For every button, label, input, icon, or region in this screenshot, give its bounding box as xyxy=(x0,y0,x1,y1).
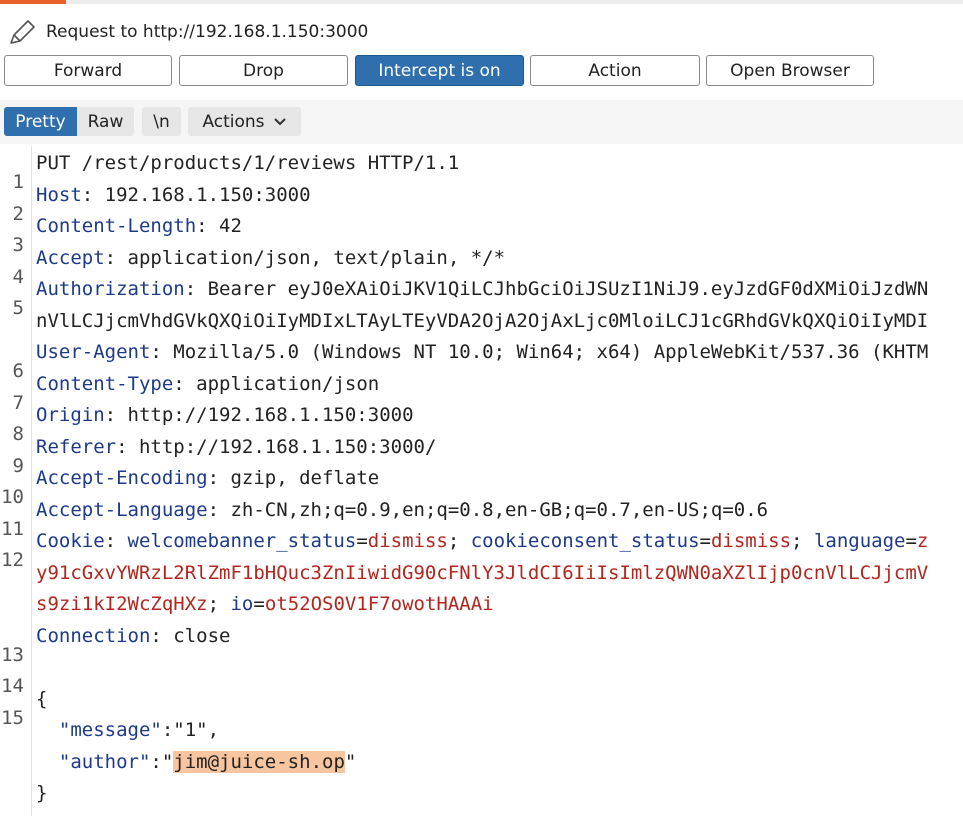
message-editor[interactable]: 1 PUT /rest/products/1/reviews HTTP/1.1 … xyxy=(0,146,963,816)
editor-line: 10 Accept-Encoding: gzip, deflate xyxy=(0,463,963,508)
cookie-name: language xyxy=(813,530,906,552)
header-value: zh-CN,zh;q=0.9,en;q=0.8,en-GB;q=0.7,en-U… xyxy=(230,499,769,521)
cookie-name: cookieconsent_status xyxy=(470,530,700,552)
header-line: Authorization: Bearer eyJ0eXAiOiJKV1QiLC… xyxy=(36,278,929,300)
editor-line: 8 Origin: http://192.168.1.150:3000 xyxy=(0,400,963,445)
json-key: "author" xyxy=(58,751,151,773)
header-value: 42 xyxy=(219,215,242,237)
header-value: Mozilla/5.0 (Windows NT 10.0; Win64; x64… xyxy=(173,341,929,363)
header-name: Content-Type xyxy=(36,373,174,395)
editor-line: 1 PUT /rest/products/1/reviews HTTP/1.1 xyxy=(0,148,963,193)
cookie-name: welcomebanner_status xyxy=(127,530,357,552)
header-name: Host xyxy=(36,184,82,206)
header-line: Content-Type: application/json xyxy=(36,373,380,395)
editor-line: 9 Referer: http://192.168.1.150:3000/ xyxy=(0,432,963,477)
header-name: User-Agent xyxy=(36,341,151,363)
editor-line: 7 Content-Type: application/json xyxy=(0,369,963,414)
header-name: Accept xyxy=(36,247,105,269)
editor-line-wrap: "message":"1", xyxy=(0,715,963,746)
actions-dropdown-label: Actions xyxy=(202,111,265,132)
editor-line: 11 Accept-Language: zh-CN,zh;q=0.9,en;q=… xyxy=(0,495,963,540)
header-value: Bearer eyJ0eXAiOiJKV1QiLCJhbGciOiJSUzI1N… xyxy=(207,278,929,300)
editor-line: 15 { xyxy=(0,684,963,729)
header-name: Content-Length xyxy=(36,215,197,237)
request-title: Request to http://192.168.1.150:3000 xyxy=(46,22,369,42)
json-author-line: "author":"jim@juice-sh.op" xyxy=(58,751,357,773)
header-value-continued: nVlLCJjcmVhdGVkQXQiOiIyMDIxLTAyLTEyVDA2O… xyxy=(36,310,929,332)
header-line: Content-Length: 42 xyxy=(36,215,242,237)
json-close-brace: } xyxy=(36,782,48,804)
tab-raw[interactable]: Raw xyxy=(77,107,134,136)
cookie-value-continued: y91cGxvYWRzL2RlZmF1bHQuc3ZnIiwidG90cFNlY… xyxy=(36,562,929,584)
chevron-down-icon xyxy=(273,117,286,125)
header-line: Accept-Language: zh-CN,zh;q=0.9,en;q=0.8… xyxy=(36,499,769,521)
editor-line: 14 xyxy=(0,652,963,697)
header-line: User-Agent: Mozilla/5.0 (Windows NT 10.0… xyxy=(36,341,929,363)
accent-bar xyxy=(0,0,66,4)
editor-line: 6 User-Agent: Mozilla/5.0 (Windows NT 10… xyxy=(0,337,963,382)
open-browser-button[interactable]: Open Browser xyxy=(706,55,874,86)
actions-dropdown[interactable]: Actions xyxy=(188,107,301,136)
editor-line: 3 Content-Length: 42 xyxy=(0,211,963,256)
cookie-value: dismiss xyxy=(367,530,448,552)
cookie-line: Cookie: welcomebanner_status=dismiss; co… xyxy=(36,530,929,552)
header-value: close xyxy=(173,625,231,647)
newline-toggle[interactable]: \n xyxy=(142,107,181,136)
action-button[interactable]: Action xyxy=(530,55,700,86)
selected-author-value[interactable]: jim@juice-sh.op xyxy=(173,751,345,773)
header-line: Host: 192.168.1.150:3000 xyxy=(36,184,311,206)
editor-line: 4 Accept: application/json, text/plain, … xyxy=(0,243,963,288)
json-key: "message" xyxy=(58,719,162,741)
view-tab-bar: Pretty Raw \n Actions xyxy=(0,100,963,144)
header-line: Origin: http://192.168.1.150:3000 xyxy=(36,404,414,426)
editor-line-wrap: } xyxy=(0,778,963,809)
tab-pretty[interactable]: Pretty xyxy=(4,107,77,136)
header-value: application/json xyxy=(196,373,380,395)
header-value: http://192.168.1.150:3000/ xyxy=(138,436,437,458)
header-value: application/json, text/plain, */* xyxy=(127,247,506,269)
editor-line: 13 Connection: close xyxy=(0,621,963,666)
header-line: Accept: application/json, text/plain, */… xyxy=(36,247,506,269)
pencil-icon xyxy=(10,20,35,44)
json-open-brace: { xyxy=(36,688,48,710)
header-line: Connection: close xyxy=(36,625,231,647)
header-line: Referer: http://192.168.1.150:3000/ xyxy=(36,436,437,458)
header-name: Origin xyxy=(36,404,105,426)
editor-line: 12 Cookie: welcomebanner_status=dismiss;… xyxy=(0,526,963,571)
request-title-bar: Request to http://192.168.1.150:3000 xyxy=(8,18,368,46)
cookie-value: z xyxy=(916,530,929,552)
header-value: http://192.168.1.150:3000 xyxy=(127,404,414,426)
header-name: Cookie xyxy=(36,530,105,552)
header-name: Referer xyxy=(36,436,117,458)
editor-line-wrap: s9zi1kI2WcZqHXz; io=ot52OS0V1F7owotHAAAi xyxy=(0,589,963,620)
editor-line: 5 Authorization: Bearer eyJ0eXAiOiJKV1Qi… xyxy=(0,274,963,319)
top-strip xyxy=(0,0,963,4)
drop-button[interactable]: Drop xyxy=(179,55,348,86)
editor-line: 2 Host: 192.168.1.150:3000 xyxy=(0,180,963,225)
header-value: 192.168.1.150:3000 xyxy=(104,184,311,206)
header-name: Accept-Encoding xyxy=(36,467,208,489)
editor-line-wrap: y91cGxvYWRzL2RlZmF1bHQuc3ZnIiwidG90cFNlY… xyxy=(0,558,963,589)
forward-button[interactable]: Forward xyxy=(4,55,172,86)
cookie-name: io xyxy=(230,593,254,615)
header-value: gzip, deflate xyxy=(230,467,380,489)
header-name: Authorization xyxy=(36,278,185,300)
editor-line-wrap: "author":"jim@juice-sh.op" xyxy=(0,747,963,778)
request-line: PUT /rest/products/1/reviews HTTP/1.1 xyxy=(36,152,460,174)
cookie-value-continued: s9zi1kI2WcZqHXz xyxy=(36,593,208,615)
json-value: "1" xyxy=(173,719,208,741)
cookie-value: ot52OS0V1F7owotHAAAi xyxy=(264,593,494,615)
intercept-toggle-button[interactable]: Intercept is on xyxy=(355,55,524,86)
header-name: Accept-Language xyxy=(36,499,208,521)
cookie-value: dismiss xyxy=(710,530,792,552)
cookie-line-continued: s9zi1kI2WcZqHXz; io=ot52OS0V1F7owotHAAAi xyxy=(36,593,494,615)
editor-line-wrap: nVlLCJjcmVhdGVkQXQiOiIyMDIxLTAyLTEyVDA2O… xyxy=(0,306,963,337)
header-name: Connection xyxy=(36,625,151,647)
header-line: Accept-Encoding: gzip, deflate xyxy=(36,467,380,489)
json-message-line: "message":"1", xyxy=(58,719,220,741)
